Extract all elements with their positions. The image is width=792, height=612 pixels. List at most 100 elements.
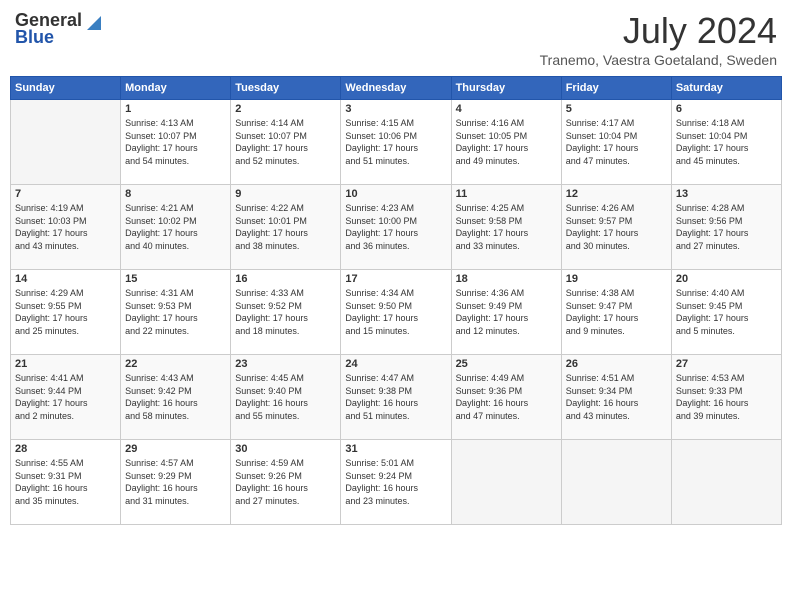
calendar-cell: 25Sunrise: 4:49 AM Sunset: 9:36 PM Dayli…	[451, 355, 561, 440]
day-number: 5	[566, 103, 667, 115]
calendar-cell: 16 Sunrise: 4:33 AM Sunset: 9:52 PM Dayli…	[231, 270, 341, 355]
day-info: Sunrise: 4:18 AM Sunset: 10:04 PM Daylig…	[676, 117, 777, 167]
calendar-cell	[451, 440, 561, 525]
calendar-cell: 8 Sunrise: 4:21 AM Sunset: 10:02 PM Dayli…	[121, 185, 231, 270]
calendar-cell: 23 Sunrise: 4:45 AM Sunset: 9:40 PM Dayli…	[231, 355, 341, 440]
day-info: Sunrise: 4:51 AM Sunset: 9:34 PM Dayligh…	[566, 372, 667, 422]
day-header-saturday: Saturday	[671, 77, 781, 100]
day-number: 17	[345, 273, 446, 285]
day-info: Sunrise: 4:45 AM Sunset: 9:40 PM Dayligh…	[235, 372, 336, 422]
calendar-cell: 31 Sunrise: 5:01 AM Sunset: 9:24 PM Dayli…	[341, 440, 451, 525]
day-number: 28	[15, 443, 116, 455]
day-info: Sunrise: 4:31 AM Sunset: 9:53 PM Dayligh…	[125, 287, 226, 337]
day-number: 6	[676, 103, 777, 115]
calendar-cell: 6 Sunrise: 4:18 AM Sunset: 10:04 PM Dayli…	[671, 100, 781, 185]
day-info: Sunrise: 4:47 AM Sunset: 9:38 PM Dayligh…	[345, 372, 446, 422]
calendar-cell: 13Sunrise: 4:28 AM Sunset: 9:56 PM Dayli…	[671, 185, 781, 270]
day-info: Sunrise: 4:16 AM Sunset: 10:05 PM Daylig…	[456, 117, 557, 167]
calendar-cell: 15 Sunrise: 4:31 AM Sunset: 9:53 PM Dayli…	[121, 270, 231, 355]
day-info: Sunrise: 4:14 AM Sunset: 10:07 PM Daylig…	[235, 117, 336, 167]
day-info: Sunrise: 4:43 AM Sunset: 9:42 PM Dayligh…	[125, 372, 226, 422]
day-info: Sunrise: 4:26 AM Sunset: 9:57 PM Dayligh…	[566, 202, 667, 252]
calendar-cell: 10 Sunrise: 4:23 AM Sunset: 10:00 PM Dayl…	[341, 185, 451, 270]
day-number: 3	[345, 103, 446, 115]
calendar-cell: 21 Sunrise: 4:41 AM Sunset: 9:44 PM Dayli…	[11, 355, 121, 440]
day-number: 20	[676, 273, 777, 285]
day-number: 1	[125, 103, 226, 115]
day-number: 26	[566, 358, 667, 370]
day-number: 8	[125, 188, 226, 200]
calendar-cell: 22 Sunrise: 4:43 AM Sunset: 9:42 PM Dayli…	[121, 355, 231, 440]
day-header-wednesday: Wednesday	[341, 77, 451, 100]
calendar-cell: 12 Sunrise: 4:26 AM Sunset: 9:57 PM Dayli…	[561, 185, 671, 270]
day-header-thursday: Thursday	[451, 77, 561, 100]
calendar-cell	[561, 440, 671, 525]
day-info: Sunrise: 4:13 AM Sunset: 10:07 PM Daylig…	[125, 117, 226, 167]
day-number: 24	[345, 358, 446, 370]
week-row-0: 1 Sunrise: 4:13 AM Sunset: 10:07 PM Dayli…	[11, 100, 782, 185]
day-number: 13	[676, 188, 777, 200]
day-number: 29	[125, 443, 226, 455]
day-info: Sunrise: 4:38 AM Sunset: 9:47 PM Dayligh…	[566, 287, 667, 337]
day-number: 22	[125, 358, 226, 370]
day-info: Sunrise: 5:01 AM Sunset: 9:24 PM Dayligh…	[345, 457, 446, 507]
calendar-cell: 19Sunrise: 4:38 AM Sunset: 9:47 PM Dayli…	[561, 270, 671, 355]
day-number: 27	[676, 358, 777, 370]
location: Tranemo, Vaestra Goetaland, Sweden	[540, 52, 777, 68]
day-info: Sunrise: 4:53 AM Sunset: 9:33 PM Dayligh…	[676, 372, 777, 422]
calendar-cell: 18 Sunrise: 4:36 AM Sunset: 9:49 PM Dayli…	[451, 270, 561, 355]
day-info: Sunrise: 4:40 AM Sunset: 9:45 PM Dayligh…	[676, 287, 777, 337]
day-number: 11	[456, 188, 557, 200]
day-number: 21	[15, 358, 116, 370]
day-number: 23	[235, 358, 336, 370]
day-info: Sunrise: 4:22 AM Sunset: 10:01 PM Daylig…	[235, 202, 336, 252]
calendar-cell: 28 Sunrise: 4:55 AM Sunset: 9:31 PM Dayli…	[11, 440, 121, 525]
day-number: 7	[15, 188, 116, 200]
week-row-3: 21 Sunrise: 4:41 AM Sunset: 9:44 PM Dayli…	[11, 355, 782, 440]
day-info: Sunrise: 4:15 AM Sunset: 10:06 PM Daylig…	[345, 117, 446, 167]
day-info: Sunrise: 4:29 AM Sunset: 9:55 PM Dayligh…	[15, 287, 116, 337]
calendar-cell: 20 Sunrise: 4:40 AM Sunset: 9:45 PM Dayli…	[671, 270, 781, 355]
day-header-monday: Monday	[121, 77, 231, 100]
week-row-2: 14 Sunrise: 4:29 AM Sunset: 9:55 PM Dayli…	[11, 270, 782, 355]
calendar-cell: 2 Sunrise: 4:14 AM Sunset: 10:07 PM Dayli…	[231, 100, 341, 185]
calendar-cell: 17 Sunrise: 4:34 AM Sunset: 9:50 PM Dayli…	[341, 270, 451, 355]
day-number: 10	[345, 188, 446, 200]
calendar-cell: 30 Sunrise: 4:59 AM Sunset: 9:26 PM Dayli…	[231, 440, 341, 525]
day-number: 15	[125, 273, 226, 285]
day-number: 16	[235, 273, 336, 285]
day-number: 12	[566, 188, 667, 200]
calendar-cell: 27 Sunrise: 4:53 AM Sunset: 9:33 PM Dayli…	[671, 355, 781, 440]
calendar-cell: 24 Sunrise: 4:47 AM Sunset: 9:38 PM Dayli…	[341, 355, 451, 440]
calendar-table: SundayMondayTuesdayWednesdayThursdayFrid…	[10, 76, 782, 525]
logo: General Blue	[15, 10, 102, 48]
day-number: 14	[15, 273, 116, 285]
day-info: Sunrise: 4:34 AM Sunset: 9:50 PM Dayligh…	[345, 287, 446, 337]
day-number: 9	[235, 188, 336, 200]
calendar-cell: 1 Sunrise: 4:13 AM Sunset: 10:07 PM Dayli…	[121, 100, 231, 185]
day-number: 30	[235, 443, 336, 455]
day-info: Sunrise: 4:57 AM Sunset: 9:29 PM Dayligh…	[125, 457, 226, 507]
calendar-cell: 14 Sunrise: 4:29 AM Sunset: 9:55 PM Dayli…	[11, 270, 121, 355]
day-header-friday: Friday	[561, 77, 671, 100]
day-number: 2	[235, 103, 336, 115]
day-info: Sunrise: 4:21 AM Sunset: 10:02 PM Daylig…	[125, 202, 226, 252]
calendar-cell	[671, 440, 781, 525]
day-info: Sunrise: 4:36 AM Sunset: 9:49 PM Dayligh…	[456, 287, 557, 337]
day-info: Sunrise: 4:23 AM Sunset: 10:00 PM Daylig…	[345, 202, 446, 252]
day-header-tuesday: Tuesday	[231, 77, 341, 100]
day-info: Sunrise: 4:19 AM Sunset: 10:03 PM Daylig…	[15, 202, 116, 252]
day-number: 18	[456, 273, 557, 285]
calendar-cell: 26 Sunrise: 4:51 AM Sunset: 9:34 PM Dayli…	[561, 355, 671, 440]
day-number: 31	[345, 443, 446, 455]
day-info: Sunrise: 4:33 AM Sunset: 9:52 PM Dayligh…	[235, 287, 336, 337]
day-info: Sunrise: 4:25 AM Sunset: 9:58 PM Dayligh…	[456, 202, 557, 252]
calendar-header-row: SundayMondayTuesdayWednesdayThursdayFrid…	[11, 77, 782, 100]
day-info: Sunrise: 4:59 AM Sunset: 9:26 PM Dayligh…	[235, 457, 336, 507]
week-row-4: 28 Sunrise: 4:55 AM Sunset: 9:31 PM Dayli…	[11, 440, 782, 525]
day-info: Sunrise: 4:55 AM Sunset: 9:31 PM Dayligh…	[15, 457, 116, 507]
logo-blue-text: Blue	[15, 27, 54, 48]
day-info: Sunrise: 4:41 AM Sunset: 9:44 PM Dayligh…	[15, 372, 116, 422]
calendar-cell: 7 Sunrise: 4:19 AM Sunset: 10:03 PM Dayli…	[11, 185, 121, 270]
calendar-cell: 29 Sunrise: 4:57 AM Sunset: 9:29 PM Dayli…	[121, 440, 231, 525]
